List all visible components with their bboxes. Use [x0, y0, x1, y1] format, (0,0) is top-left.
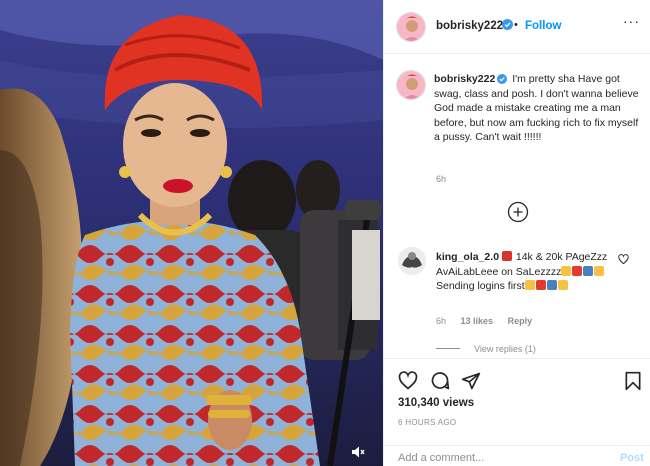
profile-avatar[interactable] — [396, 12, 426, 42]
caption-timestamp[interactable]: 6h — [436, 174, 446, 184]
comment-input[interactable] — [398, 452, 598, 464]
ok-hand-emoji-icon — [561, 265, 572, 276]
caption-username[interactable]: bobrisky222 — [434, 73, 495, 85]
separator-dot: • — [514, 19, 518, 31]
comment-text-line2: Sending logins first — [436, 280, 525, 292]
save-bookmark-icon[interactable] — [624, 371, 642, 391]
view-replies-button[interactable]: View replies (1) — [436, 344, 536, 354]
share-send-icon[interactable] — [461, 371, 481, 391]
mute-button[interactable] — [350, 444, 366, 460]
post-comment-button[interactable]: Post — [620, 452, 644, 464]
comment-likes[interactable]: 13 likes — [461, 316, 494, 326]
view-count[interactable]: 310,340 views — [398, 397, 474, 409]
ok-hand-emoji-icon — [594, 265, 605, 276]
post-caption: bobrisky222 I'm pretty sha Have got swag… — [434, 72, 644, 145]
load-more-comments-button[interactable] — [507, 201, 529, 223]
post-actions: 310,340 views 6 HOURS AGO Post — [384, 358, 650, 466]
more-options-icon[interactable]: ··· — [623, 13, 640, 29]
plus-circle-icon — [507, 201, 529, 223]
like-heart-icon[interactable] — [398, 371, 418, 391]
ship-emoji-icon — [583, 265, 594, 276]
header-username[interactable]: bobrisky222 — [436, 20, 503, 32]
post-video[interactable] — [0, 0, 383, 466]
pushpin-emoji-icon — [501, 251, 512, 261]
red-square-emoji-icon — [572, 265, 583, 276]
caption-avatar[interactable] — [396, 70, 426, 100]
commenter-avatar[interactable] — [398, 247, 426, 275]
post-header: bobrisky222 • Follow ··· — [384, 0, 650, 54]
video-frame — [0, 0, 383, 466]
comment-like-heart-icon[interactable] — [618, 254, 629, 265]
follow-button[interactable]: Follow — [525, 20, 561, 32]
comment: king_ola_2.0 14k & 20k PAgeZzz AvAiLabLe… — [436, 250, 614, 294]
add-comment-bar: Post — [384, 445, 650, 466]
verified-badge-icon — [497, 74, 508, 84]
ok-hand-emoji-icon — [524, 280, 535, 290]
comment-username[interactable]: king_ola_2.0 — [436, 251, 499, 263]
red-square-emoji-icon — [535, 280, 546, 290]
replies-divider-line — [436, 348, 460, 349]
reply-button[interactable]: Reply — [508, 316, 533, 326]
post-time-ago[interactable]: 6 HOURS AGO — [398, 418, 456, 427]
comment-bubble-icon[interactable] — [430, 371, 450, 391]
ok-hand-emoji-icon — [557, 280, 568, 290]
speaker-muted-icon — [352, 446, 365, 458]
comment-timestamp[interactable]: 6h — [436, 316, 446, 326]
view-replies-label: View replies (1) — [474, 344, 536, 354]
comment-meta: 6h 13 likes Reply — [436, 316, 544, 326]
verified-badge-icon — [502, 19, 513, 30]
post-side-panel: bobrisky222 • Follow ··· bobrisky222 I'm… — [383, 0, 650, 466]
ship-emoji-icon — [546, 280, 557, 290]
